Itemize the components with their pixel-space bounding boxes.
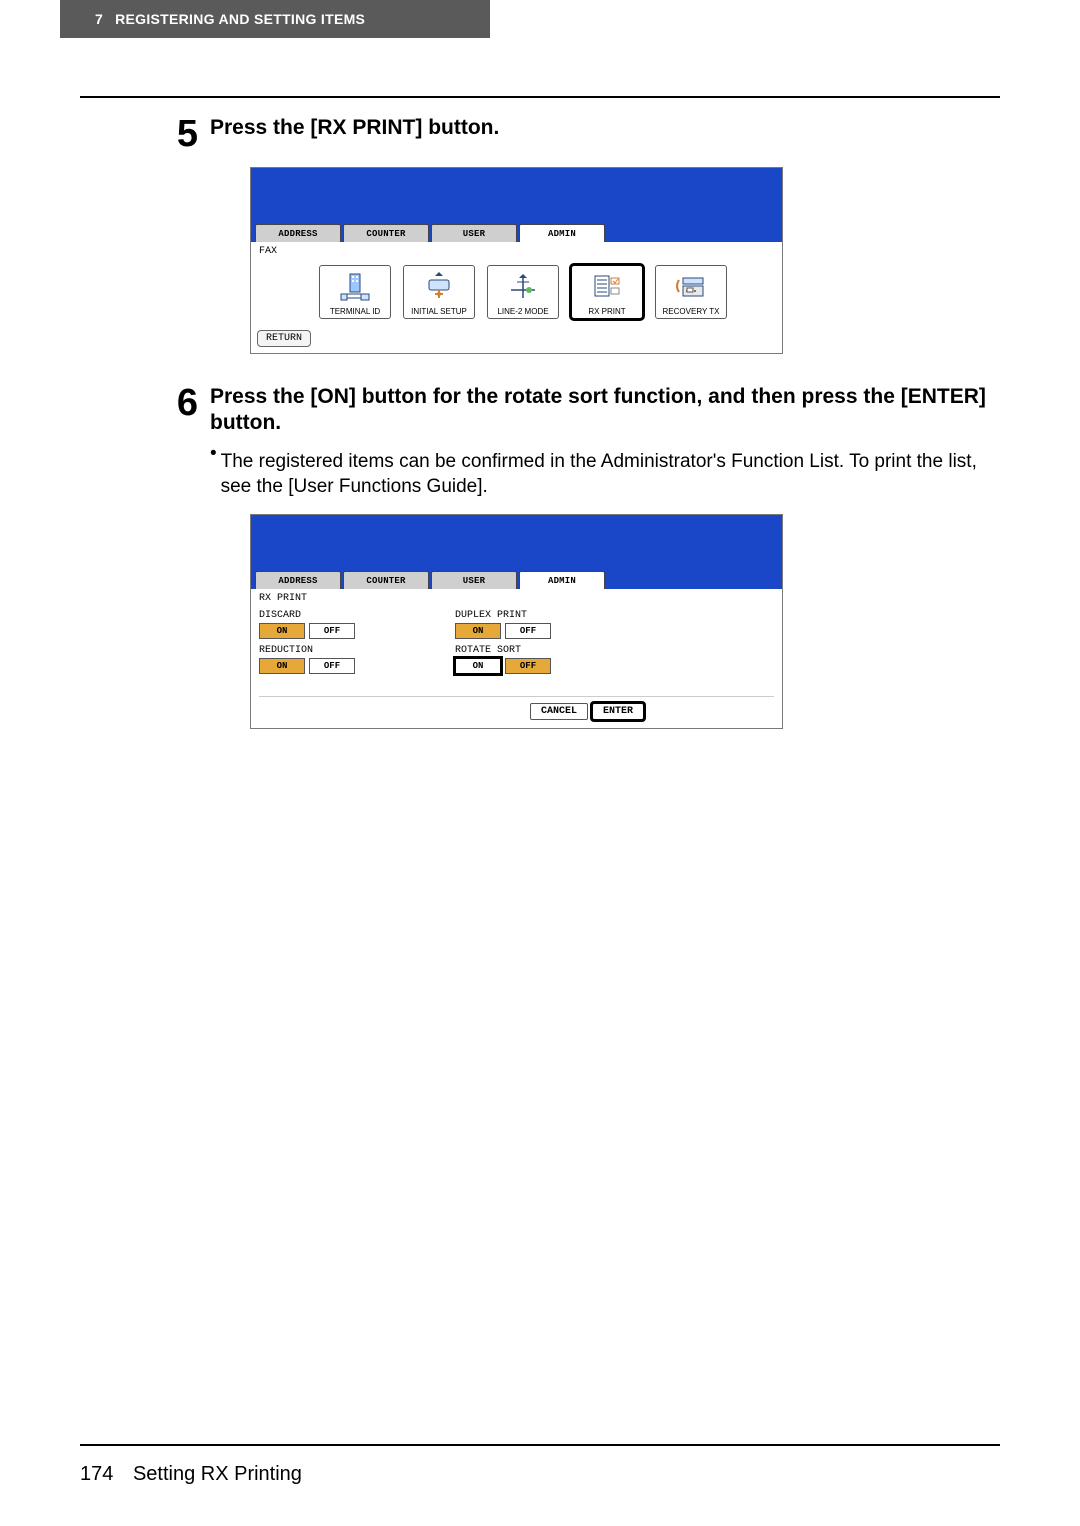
step-title: Press the [RX PRINT] button.: [210, 115, 1000, 141]
screenshot-rx-print-settings: ADDRESS COUNTER USER ADMIN RX PRINT DISC…: [250, 514, 783, 729]
bottom-rule: [80, 1444, 1000, 1446]
step-title: Press the [ON] button for the rotate sor…: [210, 384, 1000, 437]
tab-admin[interactable]: ADMIN: [519, 571, 605, 589]
tab-address[interactable]: ADDRESS: [255, 571, 341, 589]
screen-titlebar: [251, 168, 782, 222]
discard-off-button[interactable]: OFF: [309, 623, 355, 639]
step-5: 5 Press the [RX PRINT] button.: [80, 115, 1000, 153]
rotate-sort-setting: ROTATE SORT ON OFF: [455, 645, 551, 674]
icon-label: LINE-2 MODE: [497, 308, 548, 316]
setup-icon: [421, 266, 457, 308]
tab-user[interactable]: USER: [431, 571, 517, 589]
setting-label: DUPLEX PRINT: [455, 610, 551, 621]
tab-address[interactable]: ADDRESS: [255, 224, 341, 242]
chapter-title: REGISTERING AND SETTING ITEMS: [115, 11, 365, 27]
setting-label: REDUCTION: [259, 645, 355, 656]
setting-label: DISCARD: [259, 610, 355, 621]
reduction-setting: REDUCTION ON OFF: [259, 645, 355, 674]
screenshot-fax-admin: ADDRESS COUNTER USER ADMIN FAX TERMINAL …: [250, 167, 783, 354]
chapter-number: 7: [95, 11, 103, 27]
step-bullet-text: The registered items can be confirmed in…: [221, 449, 1000, 500]
reduction-off-button[interactable]: OFF: [309, 658, 355, 674]
line-icon: [505, 266, 541, 308]
rx-print-button[interactable]: RX PRINT: [571, 265, 643, 319]
terminal-id-button[interactable]: TERMINAL ID: [319, 265, 391, 319]
icon-label: INITIAL SETUP: [411, 308, 467, 316]
recovery-icon: [673, 266, 709, 308]
duplex-off-button[interactable]: OFF: [505, 623, 551, 639]
tab-admin[interactable]: ADMIN: [519, 224, 605, 242]
recovery-tx-button[interactable]: RECOVERY TX: [655, 265, 727, 319]
tab-user[interactable]: USER: [431, 224, 517, 242]
step-number: 6: [80, 384, 210, 500]
setting-label: ROTATE SORT: [455, 645, 551, 656]
building-icon: [337, 266, 373, 308]
line2-mode-button[interactable]: LINE-2 MODE: [487, 265, 559, 319]
footer-section-title: Setting RX Printing: [133, 1463, 302, 1485]
return-button[interactable]: RETURN: [257, 330, 311, 347]
tab-bar: ADDRESS COUNTER USER ADMIN: [251, 569, 782, 589]
list-check-icon: [589, 266, 625, 308]
step-number: 5: [80, 115, 210, 153]
bullet-icon: •: [210, 443, 221, 500]
icon-label: TERMINAL ID: [330, 308, 380, 316]
breadcrumb: FAX: [259, 246, 774, 257]
tab-counter[interactable]: COUNTER: [343, 224, 429, 242]
page-number: 174: [80, 1463, 113, 1486]
icon-label: RECOVERY TX: [663, 308, 720, 316]
enter-button[interactable]: ENTER: [592, 703, 644, 720]
tab-bar: ADDRESS COUNTER USER ADMIN: [251, 222, 782, 242]
chapter-header-tab: 7 REGISTERING AND SETTING ITEMS: [60, 0, 490, 38]
reduction-on-button[interactable]: ON: [259, 658, 305, 674]
screen-titlebar: [251, 515, 782, 569]
icon-label: RX PRINT: [588, 308, 625, 316]
rotate-off-button[interactable]: OFF: [505, 658, 551, 674]
breadcrumb: RX PRINT: [259, 593, 774, 604]
discard-setting: DISCARD ON OFF: [259, 610, 355, 639]
duplex-print-setting: DUPLEX PRINT ON OFF: [455, 610, 551, 639]
cancel-button[interactable]: CANCEL: [530, 703, 588, 720]
initial-setup-button[interactable]: INITIAL SETUP: [403, 265, 475, 319]
page-footer: 174 Setting RX Printing: [80, 1463, 302, 1486]
discard-on-button[interactable]: ON: [259, 623, 305, 639]
duplex-on-button[interactable]: ON: [455, 623, 501, 639]
rotate-on-button[interactable]: ON: [455, 658, 501, 674]
top-rule: [80, 96, 1000, 98]
tab-counter[interactable]: COUNTER: [343, 571, 429, 589]
step-6: 6 Press the [ON] button for the rotate s…: [80, 384, 1000, 500]
